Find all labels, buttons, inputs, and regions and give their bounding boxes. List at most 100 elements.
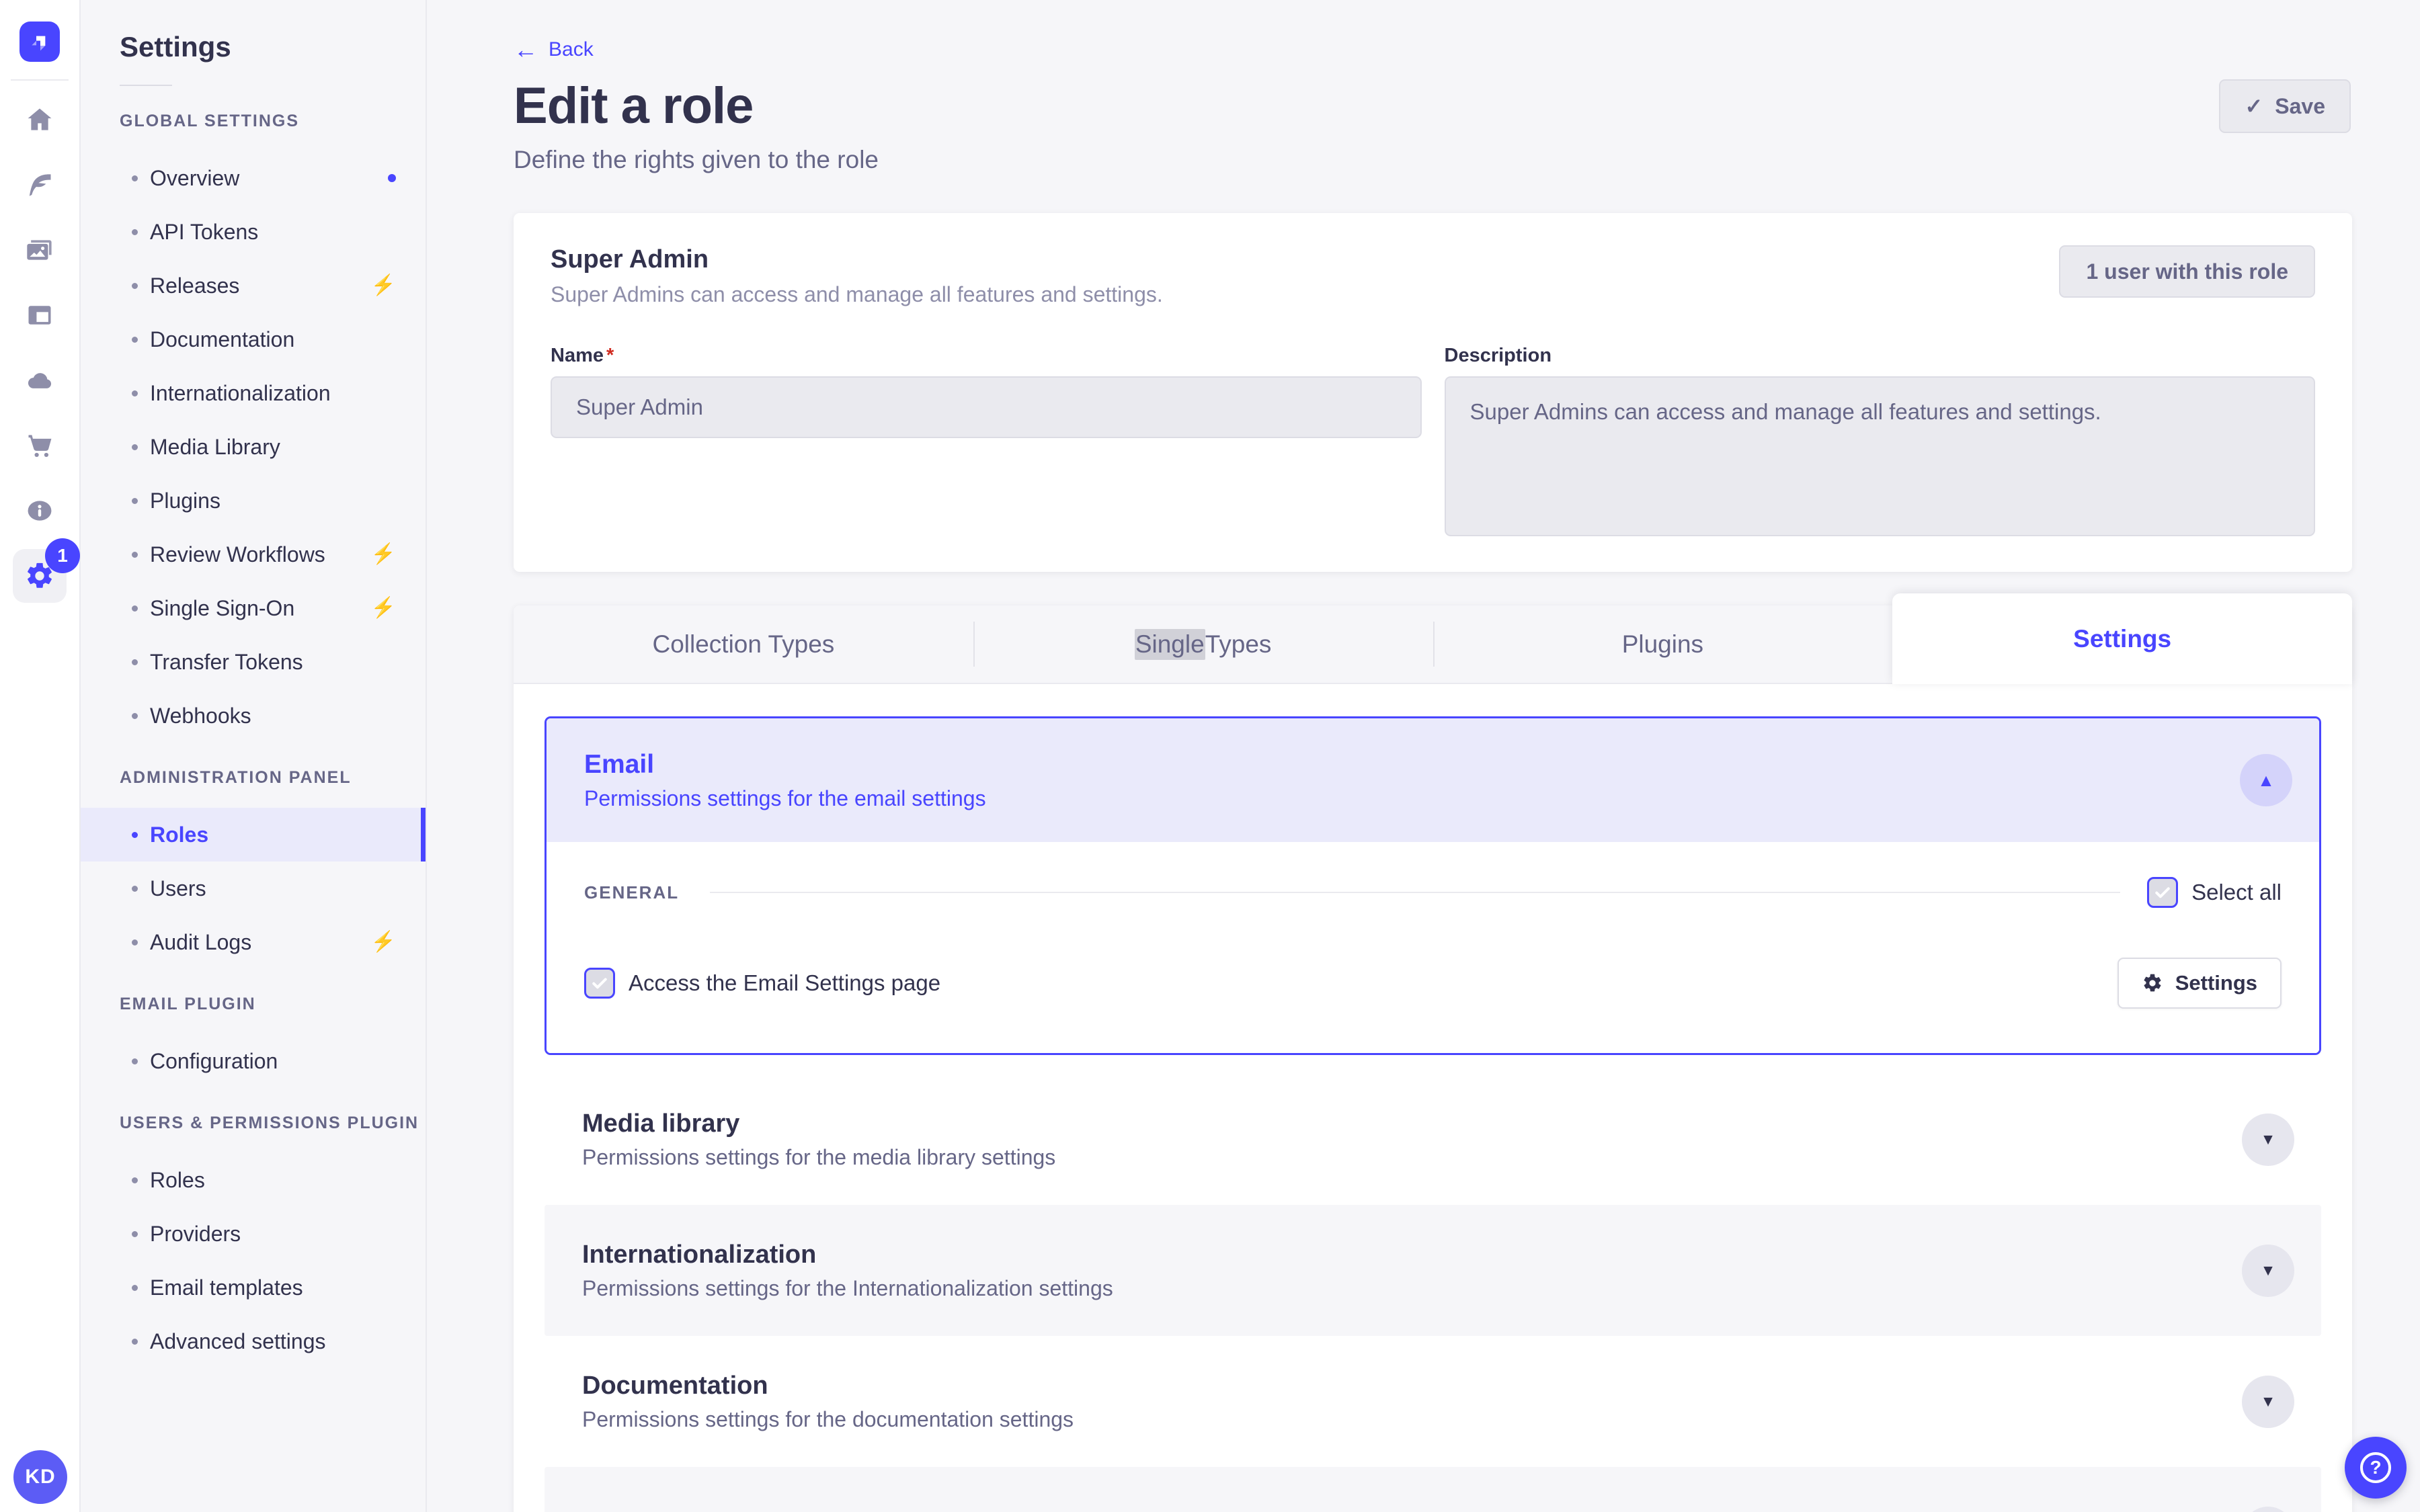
rail-divider bbox=[11, 79, 69, 81]
notification-dot-icon bbox=[388, 174, 396, 182]
bullet-icon bbox=[132, 1177, 138, 1183]
settings-gear-active[interactable]: 1 bbox=[13, 538, 80, 603]
sidebar-item-api-tokens[interactable]: API Tokens bbox=[81, 205, 426, 259]
sidebar-item-internationalization[interactable]: Internationalization bbox=[81, 366, 426, 420]
bullet-icon bbox=[132, 444, 138, 450]
deploy-cloud-icon[interactable] bbox=[25, 366, 54, 395]
sidebar-item-webhooks[interactable]: Webhooks bbox=[81, 689, 426, 743]
check-icon: ✓ bbox=[2245, 94, 2263, 118]
bullet-icon bbox=[132, 390, 138, 396]
check-icon bbox=[2155, 887, 2170, 898]
expand-button[interactable]: ▼ bbox=[2242, 1375, 2294, 1428]
expand-button[interactable]: ▼ bbox=[2242, 1506, 2294, 1512]
back-arrow-icon: ← bbox=[514, 36, 538, 63]
notification-badge: 1 bbox=[45, 538, 80, 573]
email-permissions-accordion: Email Permissions settings for the email… bbox=[544, 716, 2321, 1055]
section-administration-panel: ADMINISTRATION PANEL bbox=[120, 768, 352, 787]
permissions-row-group: Media library Permissions settings for t… bbox=[544, 1074, 2321, 1512]
name-field[interactable] bbox=[551, 376, 1422, 438]
description-field[interactable]: Super Admins can access and manage all f… bbox=[1444, 376, 2315, 536]
chevron-up-icon: ▲ bbox=[2257, 769, 2275, 790]
role-description-text: Super Admins can access and manage all f… bbox=[551, 282, 1163, 306]
sidebar-item-overview[interactable]: Overview bbox=[81, 151, 426, 205]
bullet-icon bbox=[132, 659, 138, 665]
settings-subnav: Settings GLOBAL SETTINGS Overview API To… bbox=[81, 0, 427, 1512]
section-divider bbox=[710, 892, 2121, 893]
description-field-label: Description bbox=[1444, 345, 1552, 366]
section-users-permissions-plugin: USERS & PERMISSIONS PLUGIN bbox=[120, 1114, 419, 1132]
internationalization-permissions-row[interactable]: Internationalization Permissions setting… bbox=[544, 1205, 2321, 1336]
sidebar-item-admin-roles[interactable]: Roles bbox=[81, 808, 426, 862]
expand-button[interactable]: ▼ bbox=[2242, 1113, 2294, 1166]
media-library-icon[interactable] bbox=[25, 235, 54, 265]
documentation-permissions-row[interactable]: Documentation Permissions settings for t… bbox=[544, 1336, 2321, 1467]
email-accordion-body: GENERAL Select all Access the Email Sett… bbox=[547, 842, 2319, 1053]
bullet-icon bbox=[132, 1230, 138, 1237]
subnav-divider bbox=[120, 85, 172, 86]
back-link[interactable]: ← Back bbox=[514, 38, 594, 62]
bullet-icon bbox=[132, 712, 138, 719]
marketplace-cart-icon[interactable] bbox=[25, 431, 54, 460]
chevron-down-icon: ▼ bbox=[2260, 1392, 2276, 1410]
select-all-checkbox[interactable] bbox=[2147, 877, 2179, 908]
chevron-down-icon: ▼ bbox=[2260, 1130, 2276, 1148]
bullet-icon bbox=[132, 1058, 138, 1064]
sidebar-item-transfer-tokens[interactable]: Transfer Tokens bbox=[81, 635, 426, 689]
sidebar-item-single-sign-on[interactable]: Single Sign-On ⚡ bbox=[81, 581, 426, 635]
collapse-button[interactable]: ▲ bbox=[2240, 754, 2292, 806]
expand-button[interactable]: ▼ bbox=[2242, 1244, 2294, 1297]
bullet-icon bbox=[132, 939, 138, 946]
section-email-plugin: EMAIL PLUGIN bbox=[120, 995, 256, 1013]
tab-collection-types[interactable]: Collection Types bbox=[514, 605, 973, 684]
main-content: ← Back Edit a role Define the rights giv… bbox=[428, 0, 2420, 1512]
info-icon[interactable] bbox=[25, 496, 54, 526]
email-settings-button[interactable]: Settings bbox=[2117, 958, 2282, 1009]
sidebar-item-providers[interactable]: Providers bbox=[81, 1207, 426, 1261]
page-subtitle: Define the rights given to the role bbox=[514, 146, 879, 173]
check-icon bbox=[592, 978, 607, 989]
find-highlight: Single bbox=[1134, 628, 1205, 660]
help-button[interactable]: ? bbox=[2345, 1437, 2407, 1499]
lightning-icon: ⚡ bbox=[370, 543, 396, 565]
sidebar-item-plugins[interactable]: Plugins bbox=[81, 474, 426, 528]
sidebar-item-documentation[interactable]: Documentation bbox=[81, 312, 426, 366]
chevron-down-icon: ▼ bbox=[2260, 1261, 2276, 1279]
sidebar-item-audit-logs[interactable]: Audit Logs ⚡ bbox=[81, 915, 426, 969]
sidebar-item-releases[interactable]: Releases ⚡ bbox=[81, 259, 426, 312]
sidebar-item-email-templates[interactable]: Email templates bbox=[81, 1261, 426, 1314]
email-accordion-subtitle: Permissions settings for the email setti… bbox=[584, 786, 986, 810]
tab-plugins[interactable]: Plugins bbox=[1433, 605, 1893, 684]
bullet-icon bbox=[132, 175, 138, 181]
tab-settings[interactable]: Settings bbox=[1892, 593, 2352, 684]
help-icon: ? bbox=[2360, 1452, 2391, 1483]
plugins-marketplace-permissions-row[interactable]: Plugins and marketplace ▼ bbox=[544, 1467, 2321, 1512]
gear-icon bbox=[2144, 974, 2161, 992]
home-icon[interactable] bbox=[25, 105, 54, 134]
sidebar-item-up-roles[interactable]: Roles bbox=[81, 1153, 426, 1207]
sidebar-item-media-library[interactable]: Media Library bbox=[81, 420, 426, 474]
access-email-settings-checkbox[interactable] bbox=[584, 968, 615, 999]
strapi-logo[interactable] bbox=[19, 22, 60, 62]
users-with-role-button[interactable]: 1 user with this role bbox=[2059, 245, 2315, 298]
sidebar-item-advanced-settings[interactable]: Advanced settings bbox=[81, 1314, 426, 1368]
sidebar-item-email-configuration[interactable]: Configuration bbox=[81, 1034, 426, 1088]
sidebar-item-review-workflows[interactable]: Review Workflows ⚡ bbox=[81, 528, 426, 581]
avatar[interactable]: KD bbox=[13, 1450, 67, 1504]
select-all-group: Select all bbox=[2147, 877, 2282, 908]
lightning-icon: ⚡ bbox=[370, 931, 396, 953]
content-type-builder-icon[interactable] bbox=[25, 300, 54, 330]
sidebar-item-admin-users[interactable]: Users bbox=[81, 862, 426, 915]
content-manager-feather-icon[interactable] bbox=[25, 170, 54, 200]
bullet-icon bbox=[132, 497, 138, 504]
subnav-title: Settings bbox=[120, 31, 231, 62]
required-asterisk: * bbox=[606, 345, 614, 366]
tab-single-types[interactable]: Single Types bbox=[973, 605, 1433, 684]
email-accordion-header[interactable]: Email Permissions settings for the email… bbox=[547, 718, 2319, 842]
bullet-icon bbox=[132, 336, 138, 343]
name-field-label: Name * bbox=[551, 345, 614, 366]
save-button[interactable]: ✓ Save bbox=[2219, 79, 2351, 133]
bullet-icon bbox=[132, 282, 138, 289]
bullet-icon bbox=[132, 228, 138, 235]
page-title: Edit a role bbox=[514, 77, 754, 134]
media-library-permissions-row[interactable]: Media library Permissions settings for t… bbox=[544, 1074, 2321, 1205]
